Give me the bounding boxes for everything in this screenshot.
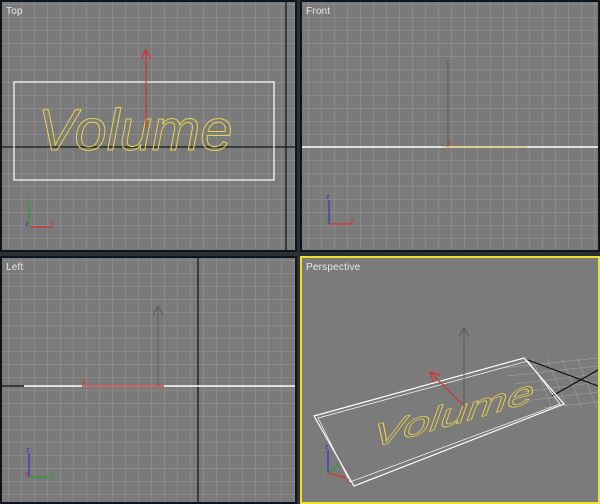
svg-text:y: y [325,218,329,225]
svg-text:z: z [25,221,29,228]
axis-tripod: z x y [25,447,55,478]
front-view-canvas: z x z y x [302,59,598,225]
svg-text:y: y [51,471,55,478]
svg-text:x: x [82,379,86,386]
viewport-front[interactable]: Front z x z y x [300,0,600,252]
volume-text-spline[interactable]: Volume [38,98,234,164]
svg-text:x: x [51,221,55,228]
svg-text:x: x [351,218,355,225]
svg-text:y: y [26,197,30,204]
left-view-canvas: x z x y [2,258,295,502]
svg-text:x: x [448,140,452,147]
svg-text:z: z [326,194,330,201]
viewport-left[interactable]: Left x z x y [0,256,297,504]
svg-text:z: z [446,59,450,66]
svg-text:z: z [26,447,30,454]
svg-text:y: y [319,467,323,474]
axis-tripod: z y x [325,194,355,225]
axis-tripod: z y x [319,444,350,485]
svg-text:x: x [346,478,350,485]
axis-tripod: y z x [25,197,55,228]
svg-text:x: x [25,471,29,478]
top-view-canvas: Volume y z x [2,2,295,250]
viewport-top[interactable]: Top Volume y z x [0,0,297,252]
viewport-perspective[interactable]: Perspective Volume z y x [300,256,600,504]
perspective-view-canvas: Volume z y x [313,326,598,487]
svg-text:z: z [325,444,329,451]
